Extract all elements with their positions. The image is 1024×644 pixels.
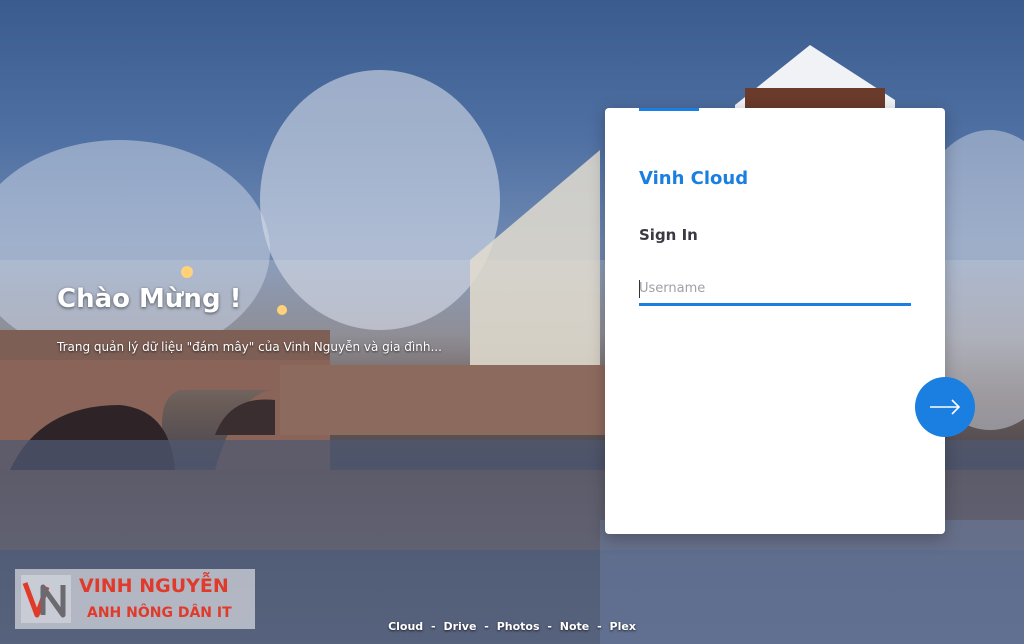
username-input[interactable] [639,274,911,306]
logo-mark-icon [21,575,71,623]
footer-separator: - [431,620,436,633]
welcome-title: Chào Mừng ! [57,284,242,314]
footer-link-cloud[interactable]: Cloud [388,620,423,633]
footer-separator: - [547,620,552,633]
watermark-title: VINH NGUYỄN [79,575,229,597]
brand-name: Vinh Cloud [639,168,749,189]
card-accent-bar [639,108,699,111]
arrow-right-icon [930,399,961,415]
footer-link-photos[interactable]: Photos [497,620,540,633]
login-card: Vinh Cloud Sign In [605,108,945,534]
footer-links: Cloud - Drive - Photos - Note - Plex [0,620,1024,633]
footer-link-note[interactable]: Note [560,620,589,633]
footer-link-drive[interactable]: Drive [443,620,476,633]
text-cursor [639,280,640,298]
footer-link-plex[interactable]: Plex [610,620,636,633]
sign-in-heading: Sign In [639,226,698,244]
watermark-subtitle: ANH NÔNG DÂN IT [87,605,232,621]
footer-separator: - [484,620,489,633]
footer-separator: - [597,620,602,633]
welcome-subtitle: Trang quản lý dữ liệu "đám mây" của Vinh… [57,340,442,354]
next-button[interactable] [915,377,975,437]
